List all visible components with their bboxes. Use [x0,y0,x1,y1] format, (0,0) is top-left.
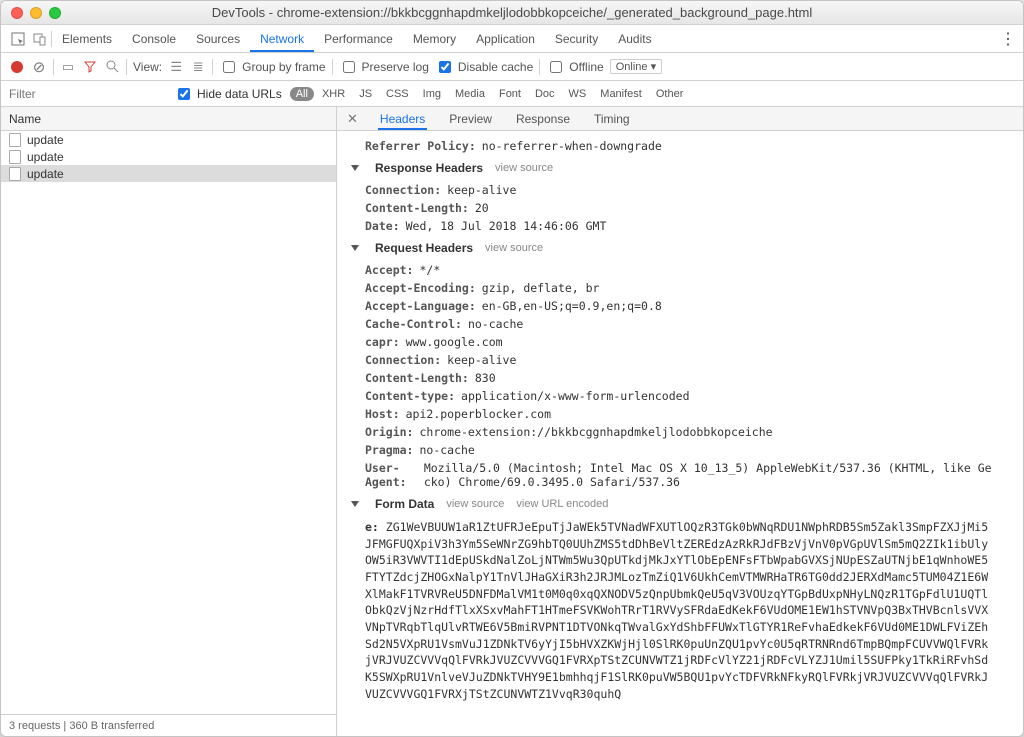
header-row: Connection:keep-alive [347,181,1013,199]
form-data-section[interactable]: Form Data view source view URL encoded [347,491,1013,517]
throttling-select[interactable]: Online ▾ [610,59,662,74]
tab-security[interactable]: Security [545,26,608,52]
triangle-down-icon [351,165,359,171]
filter-input[interactable] [7,86,166,102]
filter-doc[interactable]: Doc [529,87,561,101]
header-row: Content-type:application/x-www-form-urle… [347,387,1013,405]
request-row[interactable]: update [1,165,336,182]
content-area: Name updateupdateupdate 3 requests | 360… [1,107,1023,736]
detail-tab-preview[interactable]: Preview [447,108,494,130]
filter-css[interactable]: CSS [380,87,415,101]
waterfall-view-icon[interactable]: ≣ [190,59,206,75]
device-toggle-icon[interactable] [29,32,51,46]
tab-audits[interactable]: Audits [608,26,661,52]
filter-font[interactable]: Font [493,87,527,101]
header-row: User-Agent:Mozilla/5.0 (Macintosh; Intel… [347,459,1013,491]
request-headers-section[interactable]: Request Headers view source [347,235,1013,261]
devtools-window: DevTools - chrome-extension://bkkbcggnha… [0,0,1024,737]
close-detail-icon[interactable]: ✕ [347,111,358,127]
separator [126,59,127,75]
filter-media[interactable]: Media [449,87,491,101]
header-row: Connection:keep-alive [347,351,1013,369]
filter-toggle-icon[interactable] [82,59,98,75]
view-url-encoded-link[interactable]: view URL encoded [516,498,608,510]
preserve-log-checkbox[interactable]: Preserve log [339,58,429,76]
filter-ws[interactable]: WS [563,87,593,101]
tab-performance[interactable]: Performance [314,26,403,52]
detail-tab-response[interactable]: Response [514,108,572,130]
filter-manifest[interactable]: Manifest [594,87,648,101]
header-row: Accept-Encoding:gzip, deflate, br [347,279,1013,297]
main-tabbar: ElementsConsoleSourcesNetworkPerformance… [1,25,1023,53]
search-icon[interactable] [104,59,120,75]
request-list: updateupdateupdate [1,131,336,714]
header-row: Accept:*/* [347,261,1013,279]
filter-other[interactable]: Other [650,87,690,101]
offline-checkbox[interactable]: Offline [546,58,603,76]
header-row: Cache-Control:no-cache [347,315,1013,333]
file-icon [9,150,21,164]
detail-tab-timing[interactable]: Timing [592,108,632,130]
detail-pane: ✕ Headers Preview Response Timing Referrer … [337,107,1023,736]
clear-icon[interactable]: ⊘ [31,59,47,75]
header-row: Pragma:no-cache [347,441,1013,459]
tab-console[interactable]: Console [122,26,186,52]
referrer-policy-row: Referrer Policy: no-referrer-when-downgr… [347,137,1013,155]
group-by-frame-checkbox[interactable]: Group by frame [219,58,325,76]
header-row: Content-Length:20 [347,199,1013,217]
titlebar: DevTools - chrome-extension://bkkbcggnha… [1,1,1023,25]
request-row[interactable]: update [1,131,336,148]
tab-elements[interactable]: Elements [52,26,122,52]
minimize-window-icon[interactable] [30,7,42,19]
triangle-down-icon [351,501,359,507]
inspect-icon[interactable] [7,32,29,46]
filter-all[interactable]: All [290,87,314,101]
tab-network[interactable]: Network [250,26,314,52]
view-source-link[interactable]: view source [485,242,543,254]
form-data-value: e: ZG1WeVBUUW1aR1ZtUFRJeEpuTjJaWEk5TVNad… [347,517,1013,704]
record-icon[interactable] [9,59,25,75]
window-title: DevTools - chrome-extension://bkkbcggnha… [9,5,1015,20]
view-source-link[interactable]: view source [446,498,504,510]
header-row: Host:api2.poperblocker.com [347,405,1013,423]
headers-panel: Referrer Policy: no-referrer-when-downgr… [337,131,1023,736]
large-rows-icon[interactable]: ☰ [168,59,184,75]
window-controls [11,7,61,19]
file-icon [9,133,21,147]
status-line: 3 requests | 360 B transferred [1,714,336,736]
filter-img[interactable]: Img [417,87,447,101]
view-source-link[interactable]: view source [495,162,553,174]
more-menu-icon[interactable]: ⋮ [999,29,1017,49]
view-label: View: [133,60,162,74]
filter-js[interactable]: JS [353,87,378,101]
header-row: Accept-Language:en-GB,en-US;q=0.9,en;q=0… [347,297,1013,315]
separator [53,59,54,75]
separator [539,59,540,75]
tab-memory[interactable]: Memory [403,26,466,52]
triangle-down-icon [351,245,359,251]
header-row: Origin:chrome-extension://bkkbcggnhapdmk… [347,423,1013,441]
filter-bar: Hide data URLs AllXHRJSCSSImgMediaFontDo… [1,81,1023,107]
detail-tab-headers[interactable]: Headers [378,108,427,130]
close-window-icon[interactable] [11,7,23,19]
response-headers-section[interactable]: Response Headers view source [347,155,1013,181]
header-row: Date:Wed, 18 Jul 2018 14:46:06 GMT [347,217,1013,235]
detail-tabbar: ✕ Headers Preview Response Timing [337,107,1023,131]
tab-sources[interactable]: Sources [186,26,250,52]
filter-xhr[interactable]: XHR [316,87,351,101]
screenshot-icon[interactable]: ▭ [60,59,76,75]
file-icon [9,167,21,181]
tab-application[interactable]: Application [466,26,545,52]
hide-data-urls-checkbox[interactable]: Hide data URLs [174,85,282,103]
zoom-window-icon[interactable] [49,7,61,19]
request-row[interactable]: update [1,148,336,165]
requests-pane: Name updateupdateupdate 3 requests | 360… [1,107,337,736]
header-row: Content-Length:830 [347,369,1013,387]
header-row: capr:www.google.com [347,333,1013,351]
disable-cache-checkbox[interactable]: Disable cache [435,58,533,76]
separator [212,59,213,75]
network-toolbar: ⊘ ▭ View: ☰ ≣ Group by frame Preserve lo… [1,53,1023,81]
separator [332,59,333,75]
name-column-header[interactable]: Name [1,107,336,131]
